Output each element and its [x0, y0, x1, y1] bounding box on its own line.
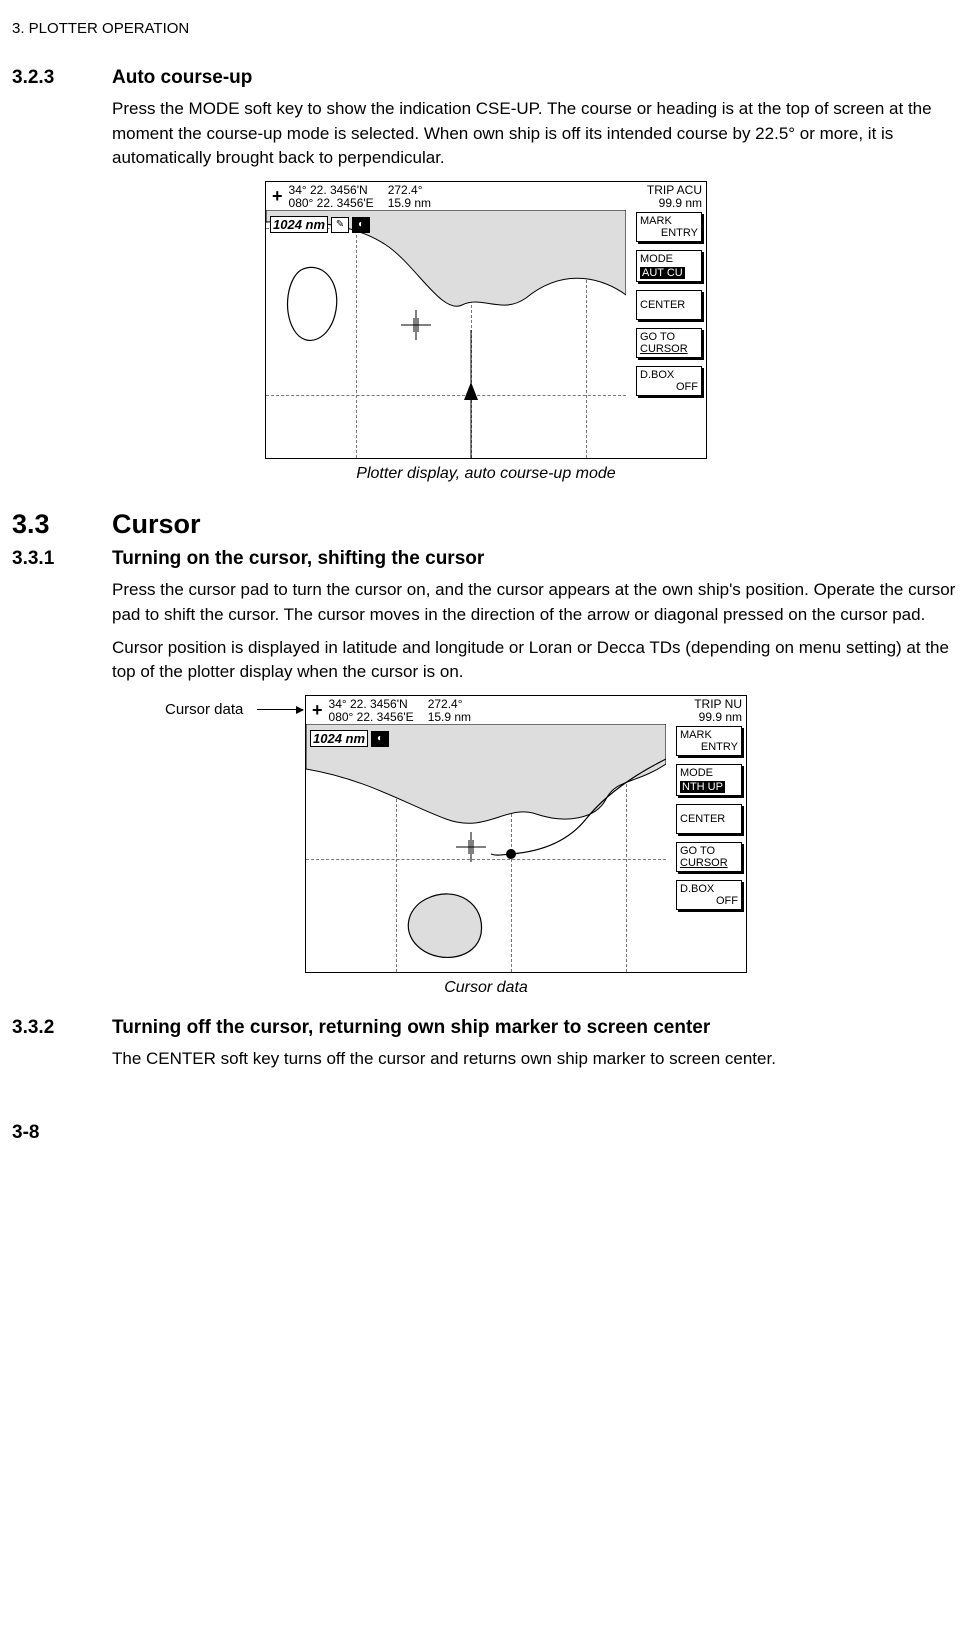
section-title: Turning on the cursor, shifting the curs…	[112, 548, 484, 570]
trip-value: 99.9 nm	[694, 711, 742, 724]
figure-1-caption: Plotter display, auto course-up mode	[12, 465, 960, 483]
section-number: 3.3	[12, 509, 72, 540]
section-3-2-3-body: Press the MODE soft key to show the indi…	[112, 97, 960, 171]
cursor-data-callout: Cursor data	[165, 701, 243, 718]
section-3-3-1-heading: 3.3.1 Turning on the cursor, shifting th…	[12, 548, 960, 570]
figure-2-caption: Cursor data	[12, 979, 960, 997]
softkey-dbox[interactable]: D.BOX OFF	[636, 366, 702, 396]
range-value: 1024 nm	[310, 730, 368, 747]
range-badge: 1024 nm ✎ ◐	[270, 216, 370, 233]
longitude: 080° 22. 3456'E	[289, 197, 374, 210]
trip-value: 99.9 nm	[647, 197, 702, 210]
softkey-center[interactable]: CENTER	[676, 804, 742, 834]
figure-cursor-data: Cursor data + 34° 22. 3456'N 080° 22. 34…	[12, 695, 960, 973]
softkey-mark-entry[interactable]: MARK ENTRY	[676, 726, 742, 756]
softkey-center[interactable]: CENTER	[636, 290, 702, 320]
plotter-header: + 34° 22. 3456'N 080° 22. 3456'E 272.4° …	[266, 182, 706, 210]
section-number: 3.3.2	[12, 1017, 72, 1039]
softkey-goto-cursor[interactable]: GO TO CURSOR	[676, 842, 742, 872]
longitude: 080° 22. 3456'E	[329, 711, 414, 724]
fish-icon: ◐	[371, 731, 389, 747]
chapter-header: 3. PLOTTER OPERATION	[12, 20, 960, 37]
map-area	[306, 724, 666, 972]
softkey-mark-entry[interactable]: MARK ENTRY	[636, 212, 702, 242]
plotter-header: + 34° 22. 3456'N 080° 22. 3456'E 272.4° …	[306, 696, 746, 724]
section-3-3-1-p2: Cursor position is displayed in latitude…	[112, 636, 960, 685]
callout-arrow	[257, 709, 303, 710]
plotter-display-2: + 34° 22. 3456'N 080° 22. 3456'E 272.4° …	[305, 695, 747, 973]
range-badge: 1024 nm ◐	[310, 730, 389, 747]
distance: 15.9 nm	[388, 197, 431, 210]
fish-icon: ◐	[352, 217, 370, 233]
section-3-2-3-heading: 3.2.3 Auto course-up	[12, 67, 960, 89]
softkey-dbox[interactable]: D.BOX OFF	[676, 880, 742, 910]
plotter-display-1: + 34° 22. 3456'N 080° 22. 3456'E 272.4° …	[265, 181, 707, 459]
section-number: 3.2.3	[12, 67, 72, 89]
range-value: 1024 nm	[270, 216, 328, 233]
figure-auto-course-up: + 34° 22. 3456'N 080° 22. 3456'E 272.4° …	[12, 181, 960, 459]
section-3-3-heading: 3.3 Cursor	[12, 509, 960, 540]
map-area	[266, 210, 626, 458]
section-title: Cursor	[112, 509, 201, 540]
section-title: Auto course-up	[112, 67, 252, 89]
section-title: Turning off the cursor, returning own sh…	[112, 1017, 710, 1039]
softkey-mode[interactable]: MODE NTH UP	[676, 764, 742, 795]
section-3-3-2-heading: 3.3.2 Turning off the cursor, returning …	[12, 1017, 960, 1039]
section-number: 3.3.1	[12, 548, 72, 570]
softkey-mode[interactable]: MODE AUT CU	[636, 250, 702, 281]
section-3-3-1-p1: Press the cursor pad to turn the cursor …	[112, 578, 960, 627]
page-number: 3-8	[12, 1122, 960, 1144]
softkey-goto-cursor[interactable]: GO TO CURSOR	[636, 328, 702, 358]
section-3-3-2-body: The CENTER soft key turns off the cursor…	[112, 1047, 960, 1072]
distance: 15.9 nm	[428, 711, 471, 724]
pencil-icon: ✎	[331, 217, 349, 233]
cursor-plus-icon: +	[312, 700, 323, 721]
cursor-plus-icon: +	[272, 186, 283, 207]
